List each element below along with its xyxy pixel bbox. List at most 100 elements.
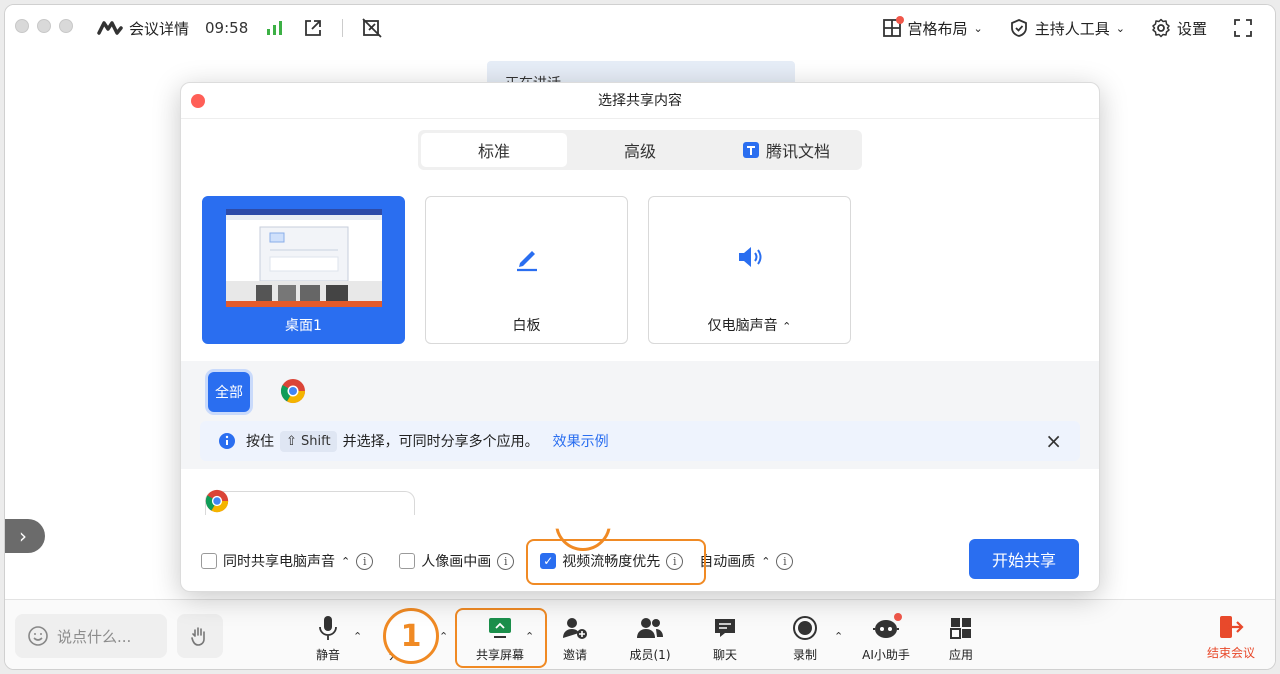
hand-icon <box>191 627 205 646</box>
end-meeting-button[interactable]: 结束会议 <box>1207 614 1255 661</box>
chevron-up-icon[interactable]: ⌃ <box>782 320 791 333</box>
share-screen-highlight <box>455 608 547 668</box>
whiteboard-card-label: 白板 <box>512 318 541 334</box>
portrait-option[interactable]: 人像画中画 i <box>399 551 515 571</box>
emoji-icon <box>28 626 48 646</box>
apps-button[interactable]: 应用 <box>931 614 991 663</box>
video-priority-option[interactable]: ✓ 视频流畅度优先 i <box>526 539 707 585</box>
share-audio-label: 同时共享电脑声音 <box>223 554 335 570</box>
tencent-docs-icon <box>742 142 759 158</box>
meeting-time: 09:58 <box>205 19 249 37</box>
invite-button[interactable]: 邀请 <box>545 614 605 663</box>
mute-options-caret[interactable]: ⌃ <box>353 630 362 643</box>
tab-tencent-docs[interactable]: 腾讯文档 <box>713 133 859 167</box>
apps-grid-icon <box>950 618 971 639</box>
record-label: 录制 <box>792 648 817 662</box>
host-tools-button[interactable]: 主持人工具 ⌄ <box>1009 18 1125 39</box>
layout-label: 宫格布局 <box>907 19 968 38</box>
zoom-window-button[interactable] <box>59 19 73 33</box>
window-controls <box>15 19 73 33</box>
record-button[interactable]: 录制 <box>775 614 835 663</box>
auto-quality-label: 自动画质 <box>699 554 756 570</box>
tab-advanced[interactable]: 高级 <box>567 133 713 167</box>
mute-button[interactable]: 静音 <box>298 614 358 663</box>
shield-icon <box>1010 19 1027 37</box>
audio-only-card[interactable]: 仅电脑声音 ⌃ <box>648 196 851 344</box>
portrait-label: 人像画中画 <box>421 554 492 570</box>
share-link-icon[interactable] <box>302 17 324 39</box>
info-icon[interactable]: i <box>356 552 374 570</box>
settings-label: 设置 <box>1176 19 1207 38</box>
microphone-icon <box>319 616 337 640</box>
add-user-icon <box>563 618 587 639</box>
desktop-card-label: 桌面1 <box>285 318 322 334</box>
notification-dot <box>895 15 904 24</box>
chevron-down-icon: ⌄ <box>1115 21 1125 35</box>
chrome-icon <box>280 379 305 404</box>
quick-chat-input[interactable]: 说点什么... <box>15 614 167 658</box>
shift-key-label: Shift <box>301 433 331 449</box>
step-marker: 1 <box>383 608 439 664</box>
tab-label: 标准 <box>477 142 510 161</box>
auto-quality-option[interactable]: 自动画质 ⌃ i <box>699 551 794 571</box>
tip-prefix: 按住 <box>246 434 274 450</box>
settings-button[interactable]: 设置 <box>1151 18 1207 39</box>
filter-all-label: 全部 <box>215 385 243 401</box>
notification-dot <box>894 613 902 621</box>
tab-label: 腾讯文档 <box>765 142 830 161</box>
dialog-title: 选择共享内容 <box>181 83 1099 119</box>
record-icon <box>793 616 817 640</box>
chevron-right-icon: › <box>19 524 27 548</box>
sidebar-toggle-button[interactable]: › <box>5 519 45 553</box>
app-filter-strip: 全部 按住 ⇧ Shift 并选择，可同时分享多个应用。 效果示例 × <box>181 361 1099 469</box>
info-icon[interactable]: i <box>776 552 794 570</box>
layout-button[interactable]: 宫格布局 ⌄ <box>882 15 983 39</box>
share-audio-checkbox[interactable] <box>201 553 217 569</box>
dialog-close-button[interactable] <box>191 94 205 108</box>
minimize-window-button[interactable] <box>37 19 51 33</box>
ai-assistant-button[interactable]: AI小助手 <box>856 613 916 663</box>
chat-icon <box>715 619 735 637</box>
desktop-preview-image <box>226 209 382 307</box>
members-label: 成员(1) <box>629 648 671 662</box>
host-tools-label: 主持人工具 <box>1034 19 1110 38</box>
video-options-caret[interactable]: ⌃ <box>439 630 448 643</box>
filter-chrome-button[interactable] <box>279 377 307 409</box>
record-options-caret[interactable]: ⌃ <box>834 630 843 643</box>
share-options: 同时共享电脑声音 ⌃ i 人像画中画 i ✓ 视频流畅度优先 i 自动画质 ⌃ … <box>201 539 1081 585</box>
fullscreen-icon <box>1234 19 1252 37</box>
chevron-up-icon[interactable]: ⌃ <box>761 555 770 568</box>
chat-label: 聊天 <box>712 648 737 662</box>
filter-all-button[interactable]: 全部 <box>208 372 250 412</box>
chevron-up-icon[interactable]: ⌃ <box>341 555 350 568</box>
tab-label: 高级 <box>623 142 656 161</box>
members-button[interactable]: 成员(1) <box>620 614 680 663</box>
title-actions: 宫格布局 ⌄ 主持人工具 ⌄ 设置 <box>882 15 1253 41</box>
meeting-info: 会议详情 09:58 <box>97 15 383 41</box>
close-window-button[interactable] <box>15 19 29 33</box>
fullscreen-button[interactable] <box>1233 18 1253 38</box>
video-priority-highlight <box>526 539 707 585</box>
audio-only-card-label: 仅电脑声音 ⌃ <box>649 315 850 335</box>
start-share-button[interactable]: 开始共享 <box>969 539 1079 579</box>
share-audio-option[interactable]: 同时共享电脑声音 ⌃ i <box>201 551 374 571</box>
pen-icon <box>516 251 537 272</box>
members-icon <box>637 618 663 638</box>
whiteboard-card[interactable]: 白板 <box>425 196 628 344</box>
tab-standard[interactable]: 标准 <box>421 133 567 167</box>
app-window-item[interactable] <box>205 489 415 515</box>
app-window: 会议详情 09:58 宫格布局 ⌄ 主持人工具 ⌄ 设置 › 说点什么... 静… <box>4 4 1276 670</box>
info-icon[interactable]: i <box>497 552 515 570</box>
close-icon[interactable]: × <box>1045 429 1062 453</box>
example-link[interactable]: 效果示例 <box>553 431 609 451</box>
share-source-cards: 桌面1 白板 仅电脑声音 ⌃ <box>202 196 851 344</box>
portrait-checkbox[interactable] <box>399 553 416 569</box>
raise-hand-button[interactable] <box>177 614 223 658</box>
chat-button[interactable]: 聊天 <box>695 614 755 663</box>
desktop-thumbnail <box>226 209 382 307</box>
annotation-off-icon[interactable] <box>361 17 383 39</box>
audio-only-text: 仅电脑声音 <box>707 318 778 334</box>
desktop-card[interactable]: 桌面1 <box>202 196 405 344</box>
ai-label: AI小助手 <box>862 648 910 662</box>
meeting-details-link[interactable]: 会议详情 <box>129 18 189 39</box>
